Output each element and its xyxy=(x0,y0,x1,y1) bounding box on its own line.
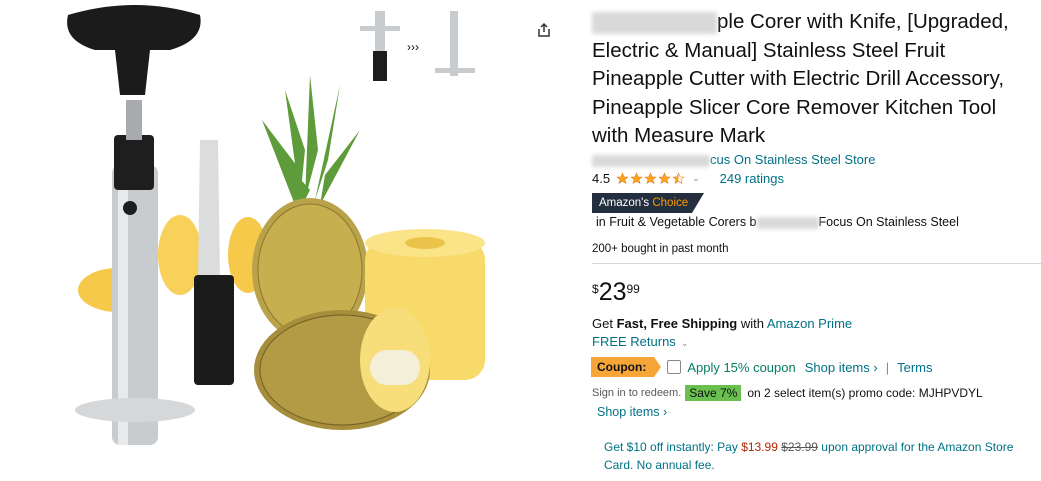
price: $ 23 99 xyxy=(592,278,640,306)
shipping-with: with xyxy=(740,316,764,331)
store-link[interactable]: cus On Stainless Steel Store xyxy=(592,152,875,167)
prime-link[interactable]: Amazon Prime xyxy=(767,316,852,331)
star-icon xyxy=(658,172,671,184)
price-symbol: $ xyxy=(592,282,599,296)
sign-in-redeem[interactable]: Sign in to redeem. xyxy=(592,387,681,399)
shipping-fast-free: Fast, Free Shipping xyxy=(616,316,738,331)
amazons-choice-badge: Amazon's Choice xyxy=(592,193,705,213)
promo-text: on 2 select item(s) promo code: MJHPVDYL xyxy=(747,386,983,400)
store-card-offer[interactable]: Get $10 off instantly: Pay $13.99 $23.99… xyxy=(604,438,1024,474)
bought-count: 200+ bought in past month xyxy=(592,243,729,255)
star-icon xyxy=(644,172,657,184)
price-fraction: 99 xyxy=(626,282,640,296)
price-whole: 23 xyxy=(598,278,627,306)
shop-items-link[interactable]: Shop items › xyxy=(805,360,878,375)
category-brand: Focus On Stainless Steel xyxy=(818,215,959,229)
thumbnail-image[interactable]: ››› xyxy=(355,6,490,90)
rating-value: 4.5 xyxy=(592,171,611,186)
badge-category: in Fruit & Vegetable Corers b Focus On St… xyxy=(596,215,959,229)
chevron-down-icon[interactable]: ⌄ xyxy=(692,173,700,184)
promo-shop-items-link[interactable]: Shop items › xyxy=(597,405,667,419)
save-badge: Save 7% xyxy=(685,385,742,401)
apply-coupon-label[interactable]: Apply 15% coupon xyxy=(687,360,795,375)
promo-row: Sign in to redeem. Save 7% on 2 select i… xyxy=(592,385,983,401)
separator: | xyxy=(885,359,890,375)
divider xyxy=(592,263,1041,264)
offer-new-price: $13.99 xyxy=(741,440,778,454)
returns-text[interactable]: FREE Returns xyxy=(592,334,676,349)
rating-row: 4.5 ⌄ 249 ratings xyxy=(592,171,784,186)
star-icon xyxy=(630,172,643,184)
store-link-text[interactable]: cus On Stainless Steel Store xyxy=(710,152,875,167)
share-icon[interactable] xyxy=(537,22,551,38)
star-icon xyxy=(616,172,629,184)
redacted-text xyxy=(756,216,819,229)
product-title: ple Corer with Knife, [Upgraded, Electri… xyxy=(592,8,1037,151)
coupon-tag: Coupon: xyxy=(591,357,662,377)
chevron-down-icon[interactable]: ⌄ xyxy=(681,338,689,348)
badge-prefix: Amazon's xyxy=(599,197,650,209)
half-star-icon xyxy=(672,172,685,184)
redacted-text xyxy=(592,11,717,34)
coupon-row: Coupon: Apply 15% coupon Shop items › | … xyxy=(591,357,933,377)
product-image[interactable]: ››› xyxy=(0,0,540,476)
offer-old-price: $23.99 xyxy=(781,440,818,454)
offer-text[interactable]: Get $10 off instantly: Pay xyxy=(604,440,738,454)
shipping-info: Get Fast, Free Shipping with Amazon Prim… xyxy=(592,316,852,331)
rating-stars[interactable] xyxy=(616,172,686,185)
badge-suffix: Choice xyxy=(652,197,689,209)
free-returns-link[interactable]: FREE Returns ⌄ xyxy=(592,334,688,349)
category-text[interactable]: in Fruit & Vegetable Corers b xyxy=(596,215,757,229)
terms-link[interactable]: Terms xyxy=(897,360,932,375)
shipping-get: Get xyxy=(592,316,613,331)
ratings-count-link[interactable]: 249 ratings xyxy=(720,171,784,186)
svg-text:›››: ››› xyxy=(407,40,419,54)
redacted-text xyxy=(592,154,710,167)
coupon-checkbox[interactable] xyxy=(667,360,682,374)
